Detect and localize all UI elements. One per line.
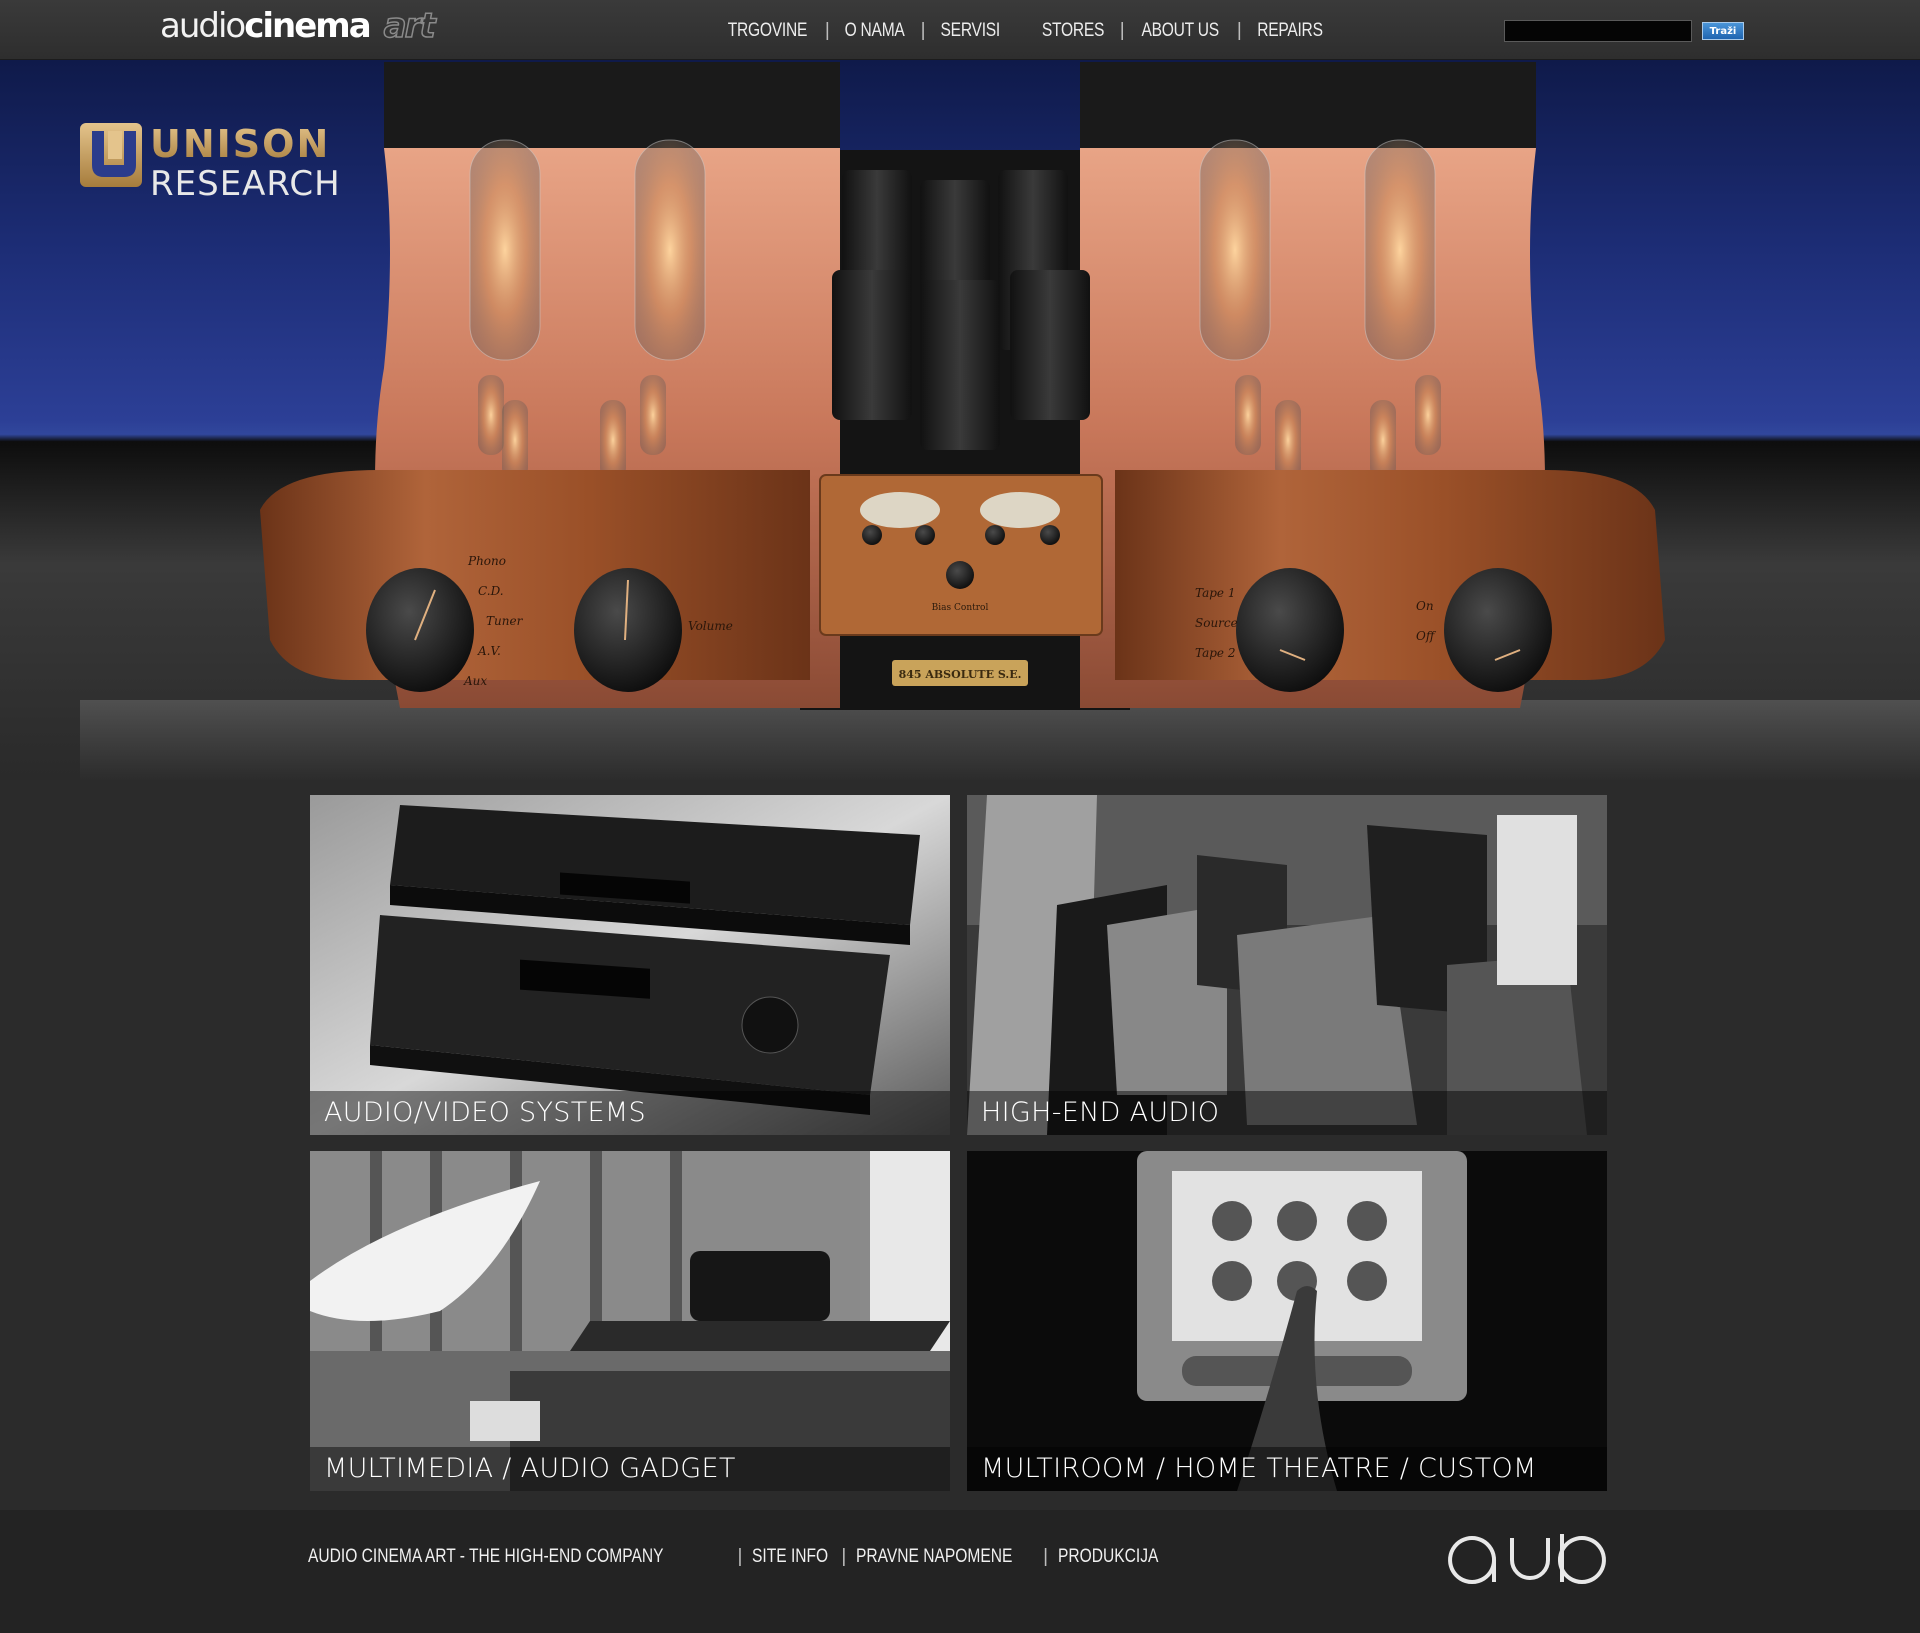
footer-produkcija-link[interactable]: PRODUKCIJA xyxy=(1058,1546,1158,1568)
selector-label: Tape 1 xyxy=(1195,586,1235,600)
logo-cinema: cinema xyxy=(244,6,371,46)
selector-label: Source xyxy=(1195,616,1238,630)
logo-audio: audio xyxy=(160,6,246,46)
living-room-image xyxy=(310,1151,950,1491)
nav-servisi[interactable]: SERVISI xyxy=(933,20,1007,42)
volume-label: Volume xyxy=(688,619,733,633)
top-bar: audio cinema art TRGOVINE | O NAMA | SER… xyxy=(0,0,1920,60)
hero-banner[interactable]: UNISON RESEARCH Bias Control 845 ABSOLUT… xyxy=(0,60,1920,780)
power-label: On xyxy=(1416,599,1434,613)
nav-repairs[interactable]: REPAIRS xyxy=(1250,20,1330,42)
footer-separator: | xyxy=(841,1546,847,1567)
model-plate: 845 ABSOLUTE S.E. xyxy=(899,668,1022,681)
selector-label: Tuner xyxy=(486,614,524,628)
nav-separator: | xyxy=(920,20,926,41)
logo-art: art xyxy=(383,5,436,47)
selector-label: A.V. xyxy=(477,644,501,658)
selector-label: C.D. xyxy=(478,584,504,598)
search-button[interactable]: Traži xyxy=(1702,22,1744,40)
site-logo[interactable]: audio cinema art xyxy=(160,5,436,52)
footer-site-info-link[interactable]: SITE INFO xyxy=(752,1546,828,1568)
footer: AUDIO CINEMA ART - THE HIGH-END COMPANY … xyxy=(0,1510,1920,1633)
selector-label: Phono xyxy=(467,554,506,568)
footer-nav: AUDIO CINEMA ART - THE HIGH-END COMPANY … xyxy=(308,1546,1168,1568)
tile-caption: MULTIMEDIA / AUDIO GADGET xyxy=(310,1447,950,1491)
footer-separator: | xyxy=(1043,1546,1049,1567)
nav-o-nama[interactable]: O NAMA xyxy=(838,20,913,42)
nav-about-us[interactable]: ABOUT US xyxy=(1135,20,1227,42)
av-receiver-image xyxy=(310,795,950,1135)
tile-high-end-audio[interactable]: HIGH-END AUDIO xyxy=(967,795,1607,1135)
footer-company-link[interactable]: AUDIO CINEMA ART - THE HIGH-END COMPANY xyxy=(308,1546,664,1568)
touch-panel-image xyxy=(967,1151,1607,1491)
selector-label: Tape 2 xyxy=(1195,646,1235,660)
tile-caption: MULTIROOM / HOME THEATRE / CUSTOM xyxy=(967,1447,1607,1491)
main-nav: TRGOVINE | O NAMA | SERVISI STORES | ABO… xyxy=(710,16,1339,46)
speakers-image xyxy=(967,795,1607,1135)
nav-stores[interactable]: STORES xyxy=(1034,20,1111,42)
nav-separator: | xyxy=(1119,20,1125,41)
power-label: Off xyxy=(1416,629,1437,643)
bias-control-label: Bias Control xyxy=(932,603,989,613)
footer-separator: | xyxy=(737,1546,743,1567)
tile-caption: HIGH-END AUDIO xyxy=(967,1091,1607,1135)
nav-separator: | xyxy=(824,20,830,41)
tile-audio-video-systems[interactable]: AUDIO/VIDEO SYSTEMS xyxy=(310,795,950,1135)
footer-pravne-napomene-link[interactable]: PRAVNE NAPOMENE xyxy=(856,1546,1012,1568)
aca-logo-icon[interactable] xyxy=(1442,1530,1612,1590)
tile-multiroom-home-theatre-custom[interactable]: MULTIROOM / HOME THEATRE / CUSTOM xyxy=(967,1151,1607,1491)
search-input[interactable] xyxy=(1504,20,1692,42)
tube-amplifier-image: Bias Control 845 ABSOLUTE S.E. Phono C.D… xyxy=(260,62,1665,710)
tile-multimedia-audio-gadget[interactable]: MULTIMEDIA / AUDIO GADGET xyxy=(310,1151,950,1491)
tile-caption: AUDIO/VIDEO SYSTEMS xyxy=(310,1091,950,1135)
nav-separator: | xyxy=(1236,20,1242,41)
nav-trgovine[interactable]: TRGOVINE xyxy=(720,20,814,42)
selector-label: Aux xyxy=(463,674,487,688)
